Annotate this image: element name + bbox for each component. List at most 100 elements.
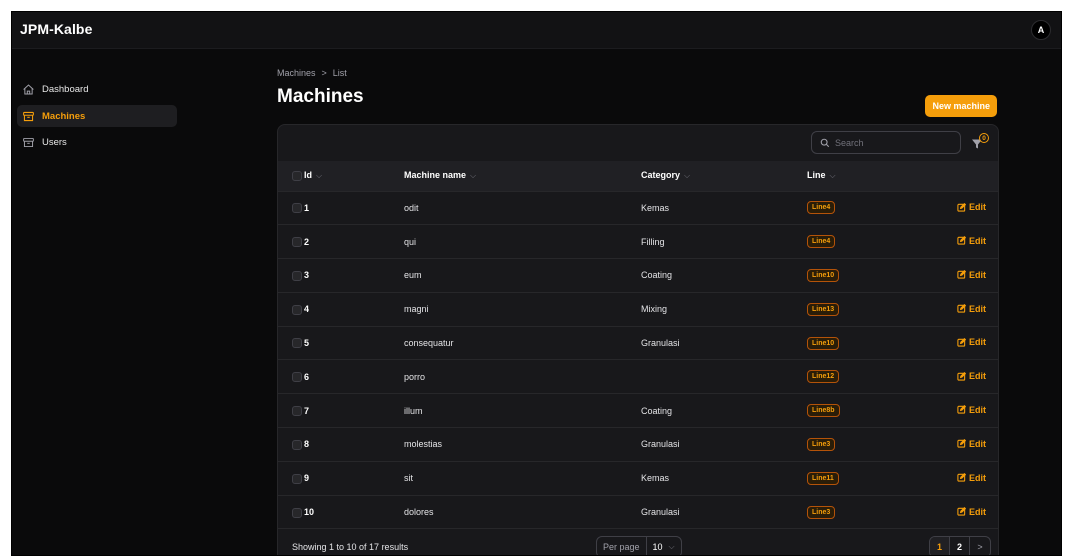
line-badge: Line13	[807, 302, 840, 316]
edit-icon	[957, 304, 966, 313]
filter-button[interactable]: 0	[971, 133, 993, 153]
user-avatar[interactable]: A	[1031, 20, 1051, 40]
sidebar-item-dashboard[interactable]: Dashboard	[17, 78, 177, 100]
row-checkbox[interactable]	[292, 473, 302, 484]
cell-machine-name: consequatur	[404, 338, 454, 349]
table-row[interactable]: 5 consequatur Granulasi Line10 Edit	[278, 326, 998, 360]
cell-machine-name: dolores	[404, 507, 434, 518]
search-box[interactable]	[811, 131, 961, 154]
cell-category	[641, 360, 807, 394]
edit-label: Edit	[969, 506, 986, 517]
new-machine-button[interactable]: New machine	[925, 95, 997, 117]
chevron-down-icon: ⌵	[316, 171, 323, 181]
edit-label: Edit	[969, 438, 986, 449]
sidebar: Dashboard Machines Users	[12, 50, 183, 555]
row-checkbox[interactable]	[292, 439, 302, 450]
cell-id: 7	[304, 405, 310, 416]
main-content: Machines > List Machines New machine 0	[277, 50, 999, 555]
page-button-2[interactable]: 2	[950, 537, 970, 555]
edit-button[interactable]: Edit	[957, 507, 986, 517]
breadcrumb-separator: >	[321, 68, 327, 78]
cell-machine-name: sit	[404, 473, 413, 484]
edit-icon	[957, 270, 966, 279]
cell-category: Filling	[641, 236, 665, 247]
table-row[interactable]: 1 odit Kemas Line4 Edit	[278, 191, 998, 225]
home-icon	[23, 83, 34, 94]
edit-icon	[957, 371, 966, 381]
edit-icon	[957, 507, 966, 516]
cell-id: 6	[304, 371, 310, 382]
next-page-button[interactable]: >	[970, 537, 990, 555]
edit-label: Edit	[969, 472, 986, 483]
chevron-down-icon: ⌵	[684, 171, 691, 181]
row-checkbox[interactable]	[292, 372, 302, 383]
row-checkbox[interactable]	[292, 304, 302, 315]
edit-icon	[957, 202, 966, 212]
archive-box-icon	[23, 111, 34, 121]
page-button-1[interactable]: 1	[930, 537, 950, 555]
breadcrumb-item-machines[interactable]: Machines	[277, 68, 316, 78]
edit-button[interactable]: Edit	[957, 405, 986, 415]
row-checkbox[interactable]	[292, 203, 302, 214]
table-header-row: Id ⌵ Machine name ⌵ Category ⌵ Line ⌵	[278, 161, 998, 191]
cell-category: Granulasi	[641, 439, 680, 450]
column-header-category[interactable]: Category ⌵	[641, 161, 807, 191]
table-row[interactable]: 7 illum Coating Line8b Edit	[278, 393, 998, 428]
cell-category: Granulasi	[641, 507, 680, 518]
row-checkbox[interactable]	[292, 507, 302, 518]
table-row[interactable]: 2 qui Filling Line4 Edit	[278, 224, 998, 259]
table-footer: Showing 1 to 10 of 17 results Per page 1…	[278, 528, 998, 555]
cell-machine-name: eum	[404, 270, 422, 281]
sidebar-item-machines[interactable]: Machines	[17, 105, 177, 127]
table-row[interactable]: 6 porro Line12 Edit	[278, 359, 998, 394]
edit-button[interactable]: Edit	[957, 270, 986, 280]
brand-logo[interactable]: JPM-Kalbe	[20, 21, 92, 37]
per-page-select[interactable]: Per page 10 ⌵	[596, 536, 682, 555]
edit-button[interactable]: Edit	[957, 337, 986, 347]
edit-button[interactable]: Edit	[957, 236, 986, 246]
edit-icon	[957, 405, 966, 415]
row-checkbox[interactable]	[292, 270, 302, 281]
table-row[interactable]: 10 dolores Granulasi Line3 Edit	[278, 495, 998, 529]
line-badge: Line11	[807, 471, 839, 485]
line-badge: Line12	[807, 370, 840, 384]
search-input[interactable]	[835, 137, 955, 148]
edit-button[interactable]: Edit	[957, 473, 986, 483]
edit-button[interactable]: Edit	[957, 304, 986, 314]
page-title: Machines	[277, 86, 364, 107]
app-window: JPM-Kalbe A Dashboard Machines Users Mac…	[11, 11, 1062, 556]
cell-category: Coating	[641, 405, 673, 416]
table-row[interactable]: 9 sit Kemas Line11 Edit	[278, 461, 998, 495]
table-row[interactable]: 8 molestias Granulasi Line3 Edit	[278, 427, 998, 462]
results-summary: Showing 1 to 10 of 17 results	[292, 542, 409, 552]
cell-id: 4	[304, 304, 310, 315]
cell-machine-name: porro	[404, 371, 426, 382]
edit-label: Edit	[969, 303, 986, 314]
column-header-id[interactable]: Id ⌵	[302, 161, 404, 191]
select-all-checkbox[interactable]	[292, 171, 302, 182]
edit-button[interactable]: Edit	[957, 202, 986, 212]
sidebar-item-label: Users	[42, 136, 67, 148]
per-page-label: Per page	[597, 537, 647, 555]
chevron-down-icon: ⌵	[470, 171, 477, 181]
row-checkbox[interactable]	[292, 405, 302, 416]
row-checkbox[interactable]	[292, 237, 302, 247]
column-header-machine-name[interactable]: Machine name ⌵	[404, 161, 641, 191]
edit-label: Edit	[969, 371, 986, 382]
edit-label: Edit	[969, 269, 986, 280]
edit-button[interactable]: Edit	[957, 371, 986, 381]
per-page-value[interactable]: 10 ⌵	[647, 542, 681, 552]
row-checkbox[interactable]	[292, 338, 302, 349]
edit-button[interactable]: Edit	[957, 439, 986, 449]
table-row[interactable]: 3 eum Coating Line10 Edit	[278, 258, 998, 293]
table-row[interactable]: 4 magni Mixing Line13 Edit	[278, 292, 998, 326]
sidebar-item-users[interactable]: Users	[17, 131, 177, 153]
cell-id: 5	[304, 338, 310, 349]
cell-id: 9	[304, 473, 310, 484]
pagination: 1 2 >	[929, 536, 991, 555]
column-header-line[interactable]: Line ⌵	[807, 161, 917, 191]
line-badge: Line4	[807, 201, 836, 215]
search-icon	[820, 138, 830, 147]
edit-icon	[957, 473, 966, 482]
column-header-actions	[917, 161, 998, 191]
